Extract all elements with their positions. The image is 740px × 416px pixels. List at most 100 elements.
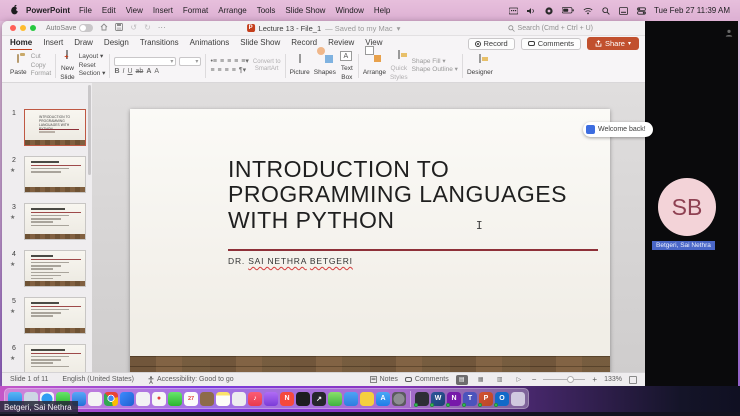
record-app-icon[interactable] — [545, 6, 553, 15]
normal-view-button[interactable]: ▤ — [455, 374, 468, 385]
dock-icon-stocks[interactable]: ↗ — [312, 391, 326, 406]
font-format-button-3[interactable]: ab — [136, 68, 144, 75]
copy-button[interactable]: Copy — [31, 62, 52, 70]
menu-item-view[interactable]: View — [126, 6, 143, 15]
alignment-button-1[interactable]: ≡ — [218, 67, 222, 74]
apple-menu-icon[interactable] — [10, 4, 20, 17]
quick-styles-button[interactable]: Quick Styles — [390, 50, 408, 81]
menu-item-arrange[interactable]: Arrange — [218, 6, 246, 15]
dock-icon-terminal[interactable] — [414, 391, 429, 407]
alignment-button-0[interactable]: ≡ — [210, 67, 214, 74]
dock-icon-outlook[interactable]: O — [494, 391, 509, 407]
shape-fill-button[interactable]: Shape Fill ▾ — [412, 58, 458, 66]
dock-icon-powerpoint[interactable]: P — [478, 391, 493, 407]
menubar-clock[interactable]: Tue Feb 27 11:39 AM — [654, 6, 730, 15]
tab-record[interactable]: Record — [291, 36, 317, 51]
dock-icon-pencil-app[interactable] — [360, 391, 374, 406]
volume-icon[interactable] — [526, 7, 536, 15]
shapes-button[interactable]: Shapes — [314, 55, 336, 76]
slide-thumbnail-4[interactable] — [24, 250, 86, 287]
designer-button[interactable]: Designer — [467, 54, 493, 76]
share-button[interactable]: Share ▾ — [586, 37, 639, 50]
tab-review[interactable]: Review — [328, 36, 354, 51]
dock-icon-news[interactable]: N — [280, 391, 294, 406]
layout-button[interactable]: Layout ▾ — [79, 54, 106, 61]
dock-icon-notes[interactable] — [216, 391, 230, 406]
grid-icon[interactable] — [508, 7, 518, 15]
battery-icon[interactable] — [561, 7, 574, 14]
text-box-button[interactable]: A Text Box — [339, 51, 354, 81]
slide-thumbnail-3[interactable] — [24, 203, 86, 240]
arrange-button[interactable]: Arrange — [363, 55, 386, 76]
comments-button[interactable]: Comments — [520, 37, 581, 50]
undo-icon[interactable]: ↺ — [130, 24, 137, 32]
redo-icon[interactable]: ↻ — [144, 24, 151, 32]
slide-author-text[interactable]: DR. SAI NETHRA BETGERI — [228, 256, 353, 266]
title-chevron-icon[interactable]: ▾ — [397, 24, 401, 33]
home-icon[interactable] — [100, 23, 108, 33]
search-field[interactable]: Search (Cmd + Ctrl + U) — [507, 25, 593, 32]
dock-icon-keynote[interactable] — [344, 391, 358, 406]
dock-icon-word[interactable]: W — [430, 391, 445, 407]
tab-animations[interactable]: Animations — [190, 36, 230, 51]
convert-smartart-button[interactable]: Convert to SmartArt — [253, 59, 281, 73]
titlebar-overflow-icon[interactable]: ··· — [158, 24, 166, 32]
language-indicator[interactable]: English (United States) — [62, 376, 134, 383]
slide-title-text[interactable]: INTRODUCTION TO PROGRAMMING LANGUAGES WI… — [228, 156, 578, 233]
picture-button[interactable]: Picture — [290, 54, 310, 76]
paragraph-button-4[interactable]: ≡▾ — [241, 58, 249, 65]
tab-home[interactable]: Home — [10, 36, 33, 51]
dock-icon-teams[interactable]: T — [462, 391, 477, 407]
menu-item-format[interactable]: Format — [183, 6, 208, 15]
tab-draw[interactable]: Draw — [74, 36, 93, 51]
dock-icon-onenote[interactable]: N — [446, 391, 461, 407]
save-icon[interactable] — [115, 23, 124, 33]
fit-slide-button[interactable] — [629, 375, 637, 384]
alignment-button-4[interactable]: ¶▾ — [239, 67, 246, 74]
participant-avatar[interactable]: SB — [658, 178, 716, 236]
slide-sorter-view-button[interactable]: ▦ — [475, 375, 487, 385]
font-name-select[interactable]: ▾ — [114, 57, 177, 66]
alignment-button-2[interactable]: ≡ — [225, 67, 229, 74]
search-icon[interactable] — [602, 6, 610, 15]
menu-item-edit[interactable]: Edit — [102, 6, 116, 15]
tab-design[interactable]: Design — [104, 36, 129, 51]
close-window-button[interactable] — [10, 25, 16, 31]
wifi-icon[interactable] — [583, 7, 593, 15]
record-button[interactable]: Record — [467, 37, 515, 50]
cut-button[interactable]: Cut — [31, 54, 52, 61]
paragraph-button-3[interactable]: ≡ — [234, 58, 238, 65]
minimize-window-button[interactable] — [20, 25, 26, 31]
dock-icon-app-store[interactable]: A — [376, 391, 390, 406]
slideshow-view-button[interactable]: ▷ — [513, 375, 525, 385]
zoom-percentage[interactable]: 133% — [604, 376, 622, 383]
dock-icon-podcasts[interactable] — [264, 391, 278, 406]
font-format-button-0[interactable]: B — [114, 68, 119, 75]
reset-button[interactable]: Reset — [79, 62, 106, 70]
paragraph-button-0[interactable]: •≡ — [210, 58, 217, 65]
font-size-select[interactable]: ▾ — [179, 57, 202, 66]
slide-canvas[interactable]: INTRODUCTION TO PROGRAMMING LANGUAGES WI… — [130, 109, 610, 395]
menu-item-window[interactable]: Window — [335, 6, 363, 15]
font-format-button-4[interactable]: A — [146, 68, 151, 75]
zoom-out-button[interactable]: − — [532, 375, 537, 384]
dock-icon-chrome[interactable] — [104, 391, 118, 406]
font-format-button-2[interactable]: U — [127, 68, 132, 75]
menu-item-file[interactable]: File — [79, 6, 92, 15]
menu-item-slide-show[interactable]: Slide Show — [285, 6, 325, 15]
zoom-slider[interactable] — [543, 376, 586, 383]
accessibility-indicator[interactable]: Accessibility: Good to go — [148, 375, 234, 384]
dock-icon-preview[interactable] — [136, 391, 150, 406]
paragraph-button-2[interactable]: ≡ — [227, 58, 231, 65]
slide-thumbnail-2[interactable] — [24, 156, 86, 193]
menu-item-tools[interactable]: Tools — [257, 6, 276, 15]
paragraph-button-1[interactable]: ≡ — [220, 58, 224, 65]
zoom-slider-knob[interactable] — [566, 376, 574, 383]
slide-number-indicator[interactable]: Slide 1 of 11 — [10, 376, 48, 383]
dock-icon-system-settings[interactable] — [392, 391, 406, 406]
alignment-button-3[interactable]: ≡ — [232, 67, 236, 74]
comments-toggle-button[interactable]: Comments — [404, 376, 449, 383]
tab-slide-show[interactable]: Slide Show — [240, 36, 280, 51]
font-format-button-5[interactable]: A — [154, 68, 159, 75]
new-slide-button[interactable]: New Slide — [60, 50, 75, 81]
